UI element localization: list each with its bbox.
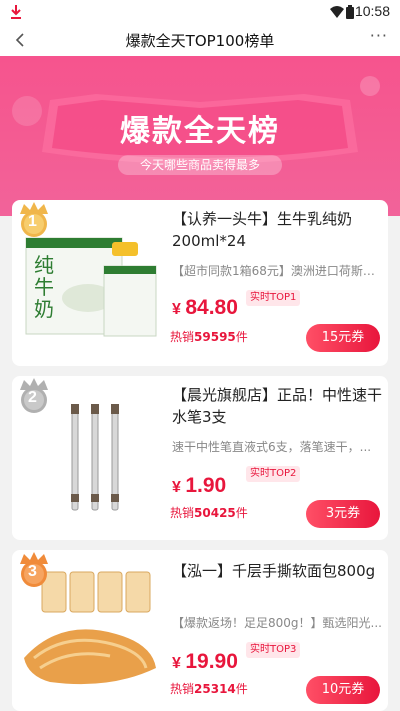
download-icon <box>11 5 21 19</box>
rank-number: 2 <box>28 389 37 406</box>
product-price: ¥ 19.90 <box>172 650 238 673</box>
product-price: ¥ 84.80 <box>172 296 238 319</box>
more-icon[interactable]: ··· <box>370 26 388 45</box>
rank-number: 3 <box>28 563 37 580</box>
rank-tag: 实时TOP1 <box>246 290 301 306</box>
svg-text:牛: 牛 <box>34 275 54 299</box>
product-description: 速干中性笔直液式6支，落笔速干，... <box>172 440 372 454</box>
rank-tag: 实时TOP2 <box>246 466 301 482</box>
product-title[interactable]: 【认养一头牛】生牛乳纯奶200ml*24 <box>172 208 384 252</box>
coupon-button[interactable]: 3元券 <box>306 500 380 528</box>
product-description: 【爆款返场！足足800g！】甄选阳光... <box>172 616 382 630</box>
sold-count: 热销50425件 <box>170 506 248 520</box>
rank-number: 1 <box>28 213 37 230</box>
product-price: ¥ 1.90 <box>172 474 227 497</box>
battery-icon <box>346 5 354 19</box>
sold-count: 热销59595件 <box>170 330 248 344</box>
product-card[interactable]: 2 【晨光旗舰店】正品！中性速干水笔3支 速干中性笔直液式6支，落笔速干，...… <box>12 376 388 540</box>
coupon-button[interactable]: 15元券 <box>306 324 380 352</box>
svg-text:纯: 纯 <box>34 253 54 277</box>
svg-text:奶: 奶 <box>34 297 54 321</box>
status-bar: 10:58 <box>0 0 400 24</box>
banner-headline: 爆款全天榜 <box>120 114 280 149</box>
product-title[interactable]: 【泓一】千层手撕软面包800g <box>172 560 384 582</box>
banner-subtitle: 今天哪些商品卖得最多 <box>118 155 282 175</box>
sold-count: 热销25314件 <box>170 682 248 696</box>
wifi-icon <box>330 6 344 18</box>
page-title: 爆款全天TOP100榜单 <box>125 32 275 50</box>
product-description: 【超市同款1箱68元】澳洲进口荷斯坦... <box>172 264 382 278</box>
product-card[interactable]: 3 【泓一】千层手撕软面包800g 【爆款返场！足足800g！】甄选阳光... … <box>12 550 388 711</box>
nav-bar: 爆款全天TOP100榜单 ··· <box>0 24 400 56</box>
rank-tag: 实时TOP3 <box>246 642 301 658</box>
hero-banner: 爆款全天榜 今天哪些商品卖得最多 <box>0 56 400 216</box>
status-time: 10:58 <box>354 3 390 19</box>
product-card[interactable]: 纯 牛 奶 1 【认养一头牛】生牛乳纯奶200ml*24 【超市同款1箱68元】… <box>12 200 388 366</box>
product-title[interactable]: 【晨光旗舰店】正品！中性速干水笔3支 <box>172 384 384 428</box>
coupon-button[interactable]: 10元券 <box>306 676 380 704</box>
